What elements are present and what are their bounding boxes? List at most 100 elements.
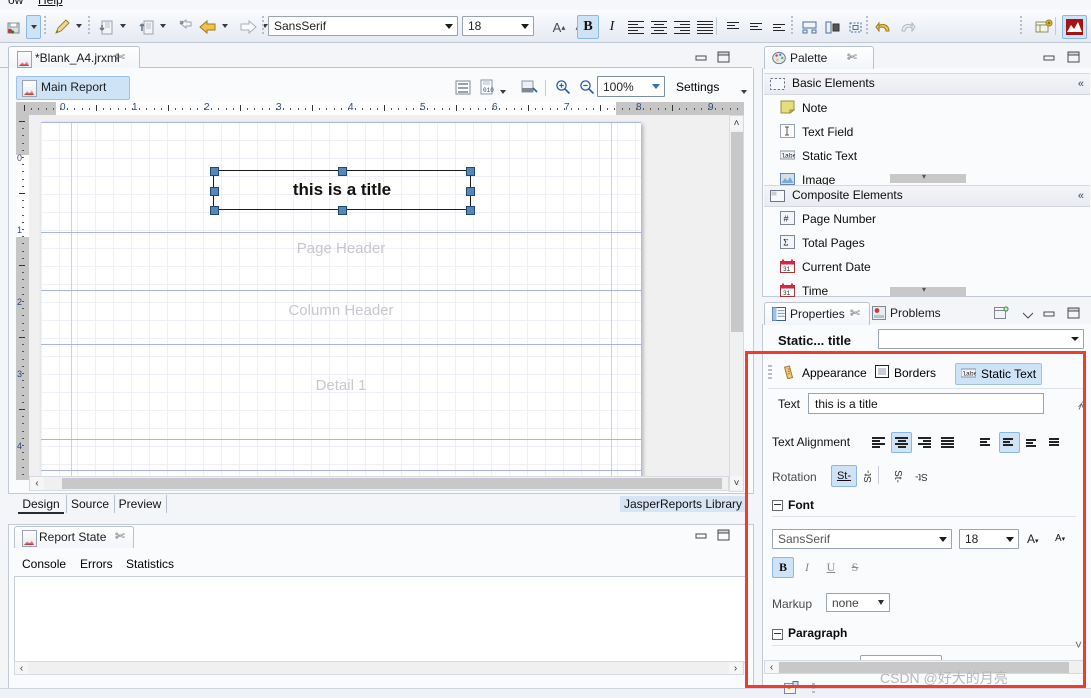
scroll-down-arrow[interactable]: ˅ (730, 476, 743, 490)
collapse-chevron-icon[interactable]: « (1078, 78, 1084, 90)
increase-font-size-icon[interactable]: A ▴ (547, 15, 571, 39)
valign-middle-toggle[interactable] (999, 432, 1020, 453)
valign-bottom-button[interactable] (769, 15, 793, 39)
statistics-tab[interactable]: Statistics (126, 557, 174, 571)
forward-icon[interactable] (236, 15, 260, 39)
rotation-right-toggle[interactable]: St- (887, 465, 908, 487)
rotation-left-toggle[interactable]: St- (858, 465, 879, 487)
align-elements-icon[interactable] (820, 15, 844, 39)
close-icon[interactable]: ✄ (115, 529, 125, 543)
compile-dropdown-arrow[interactable] (72, 15, 85, 37)
align-justify-button[interactable] (693, 15, 717, 39)
properties-minimize-icon[interactable] (1042, 306, 1056, 323)
align-center-button[interactable] (647, 15, 671, 39)
properties-tab-borders[interactable]: Borders (870, 363, 941, 383)
valign-bottom-toggle[interactable] (1022, 432, 1043, 453)
size-elements-icon[interactable] (843, 15, 867, 39)
canvas-vscrollbar[interactable]: ˄ ˅ (729, 115, 744, 492)
resize-handle-w[interactable] (210, 187, 219, 196)
undo-icon[interactable] (872, 15, 896, 39)
dataset-icon[interactable] (452, 76, 474, 98)
palette-basic-scroll-thumb[interactable]: ▾ (890, 172, 966, 183)
editor-tab-blank-a4[interactable]: *Blank_A4.jrxml ✄ (8, 46, 140, 69)
align-left-toggle[interactable] (868, 432, 889, 453)
align-right-button[interactable] (670, 15, 694, 39)
rotation-none-toggle[interactable]: St- (831, 465, 857, 487)
status-icon[interactable] (784, 681, 799, 698)
import-icon[interactable] (94, 15, 118, 39)
font-group-collapse-toggle[interactable] (772, 500, 783, 511)
properties-maximize-icon[interactable] (1066, 306, 1080, 323)
close-icon[interactable]: ✄ (847, 50, 857, 64)
close-icon[interactable]: ✄ (850, 306, 860, 320)
properties-font-family-combo[interactable]: SansSerif (772, 529, 952, 549)
valign-justified-toggle[interactable] (1045, 432, 1066, 453)
resize-handle-n[interactable] (338, 167, 347, 176)
resize-handle-nw[interactable] (210, 167, 219, 176)
tab-source[interactable]: Source (66, 495, 115, 513)
properties-scroll-up-indicator[interactable]: ˄ (1078, 400, 1085, 414)
palette-item-time[interactable]: 31 Time (780, 281, 828, 301)
italic-button[interactable]: I (601, 15, 623, 39)
chevron-down-icon[interactable] (873, 600, 889, 605)
menu-item-help[interactable]: Help (38, 0, 63, 7)
new-view-icon[interactable] (994, 306, 1009, 323)
valign-top-button[interactable] (723, 15, 747, 39)
chevron-down-icon[interactable] (1002, 536, 1018, 542)
jasper-perspective-icon[interactable] (1062, 15, 1087, 39)
palette-maximize-icon[interactable] (1066, 50, 1080, 67)
preview-data-dropdown-arrow[interactable] (496, 81, 509, 103)
scroll-up-arrow[interactable]: ˄ (730, 116, 743, 130)
palette-composite-scroll-thumb[interactable]: ▾ (890, 285, 966, 296)
save-dropdown-arrow[interactable] (26, 15, 41, 39)
settings-label[interactable]: Settings (676, 80, 719, 94)
resize-handle-ne[interactable] (466, 167, 475, 176)
back-history-icon[interactable] (174, 15, 198, 39)
back-icon[interactable] (196, 15, 220, 39)
group-elements-icon[interactable] (797, 15, 821, 39)
problems-tab[interactable]: Problems (870, 302, 966, 324)
palette-section-basic-elements[interactable]: Basic Elements « (764, 73, 1090, 95)
markup-combo[interactable]: none (826, 593, 890, 612)
compile-preview-icon[interactable] (518, 76, 540, 98)
zoom-level-combo[interactable]: 100% (597, 76, 665, 97)
save-icon[interactable] (2, 15, 26, 39)
palette-section-composite-elements[interactable]: Composite Elements « (764, 185, 1090, 207)
properties-tab-appearance[interactable]: Appearance (778, 363, 872, 383)
palette-item-page-number[interactable]: # Page Number (780, 209, 876, 229)
italic-toggle[interactable]: I (796, 557, 818, 578)
chevron-down-icon[interactable] (1067, 337, 1083, 341)
menu-item-window[interactable]: ow (8, 0, 23, 7)
settings-dropdown-arrow[interactable] (737, 81, 750, 103)
resize-handle-s[interactable] (338, 206, 347, 215)
valign-middle-button[interactable] (746, 15, 770, 39)
zoom-out-icon[interactable] (576, 76, 598, 98)
report-state-tab[interactable]: Report State ✄ (14, 526, 134, 548)
editor-minimize-icon[interactable] (694, 50, 708, 67)
valign-top-toggle[interactable] (976, 432, 997, 453)
report-canvas[interactable]: Page Header Column Header Detail 1 Colum… (29, 115, 729, 480)
canvas-hscrollbar[interactable]: ‹ (29, 476, 729, 491)
compile-report-icon[interactable] (50, 15, 74, 39)
editor-maximize-icon[interactable] (716, 50, 730, 67)
resize-handle-sw[interactable] (210, 206, 219, 215)
paragraph-group-collapse-toggle[interactable] (772, 629, 783, 640)
palette-tab[interactable]: Palette ✄ (764, 46, 874, 69)
palette-item-static-text[interactable]: label Static Text (779, 146, 857, 166)
font-family-combo[interactable]: SansSerif (268, 16, 458, 36)
collapse-chevron-icon[interactable]: « (1078, 190, 1084, 202)
resize-handle-se[interactable] (466, 206, 475, 215)
zoom-in-icon[interactable] (552, 76, 574, 98)
redo-icon[interactable] (895, 15, 919, 39)
align-justify-toggle[interactable] (937, 432, 958, 453)
chevron-down-icon[interactable] (935, 536, 951, 542)
errors-tab[interactable]: Errors (80, 557, 113, 571)
palette-item-text-field[interactable]: Text Field (780, 122, 853, 142)
underline-toggle[interactable]: U (820, 557, 842, 578)
console-tab[interactable]: Console (22, 557, 66, 571)
vscroll-thumb[interactable] (731, 132, 743, 332)
rotation-upside-down-toggle[interactable]: St- (910, 465, 932, 487)
strikethrough-toggle[interactable]: S (844, 557, 866, 578)
bold-toggle[interactable]: B (772, 557, 794, 578)
static-text-text-input[interactable]: this is a title (808, 393, 1044, 414)
